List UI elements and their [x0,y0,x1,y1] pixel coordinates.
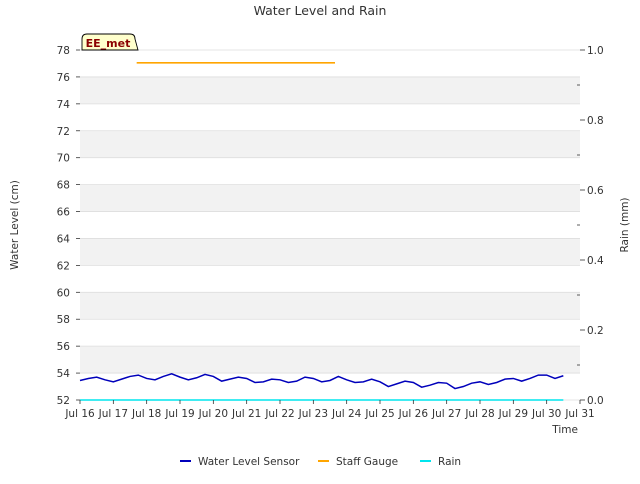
x-tick-label: Jul 23 [298,408,328,420]
y2-tick-label: 0.8 [587,115,604,127]
x-tick-label: Jul 24 [331,408,362,420]
grid-bands [80,49,580,401]
y2-tick-label: 0.4 [587,255,604,267]
y2-tick-label: 1.0 [587,45,604,57]
x-tick-label: Jul 20 [198,408,228,420]
grid-band [80,346,580,374]
y2-tick-label: 0.2 [587,325,604,337]
x-tick-label: Jul 27 [431,408,461,420]
x-tick-label: Jul 30 [531,408,561,420]
y-tick-label: 52 [57,395,70,407]
x-tick-label: Jul 26 [398,408,429,420]
x-tick-label: Jul 29 [498,408,528,420]
y-tick-label: 76 [57,72,71,84]
x-tick-label: Jul 25 [364,408,394,420]
grid-band [80,238,580,266]
grid-band [80,292,580,320]
grid-band [80,130,580,158]
y-tick-label: 78 [57,45,70,57]
y-axis-label: Water Level (cm) [9,180,21,270]
x-tick-label: Jul 16 [64,408,95,420]
grid-band [80,184,580,212]
y2-axis-label: Rain (mm) [619,197,631,252]
x-tick-label: Jul 17 [98,408,128,420]
x-axis-label: Time [551,424,578,436]
y2-tick-label: 0.0 [587,395,604,407]
x-tick-label: Jul 18 [131,408,161,420]
chart-container: 52 54 56 58 60 62 64 66 68 70 72 74 76 78 0.0 0.2 0.4 0.6… [0,0,640,480]
x-tick-label: Jul 21 [231,408,261,420]
y-tick-label: 64 [57,233,71,245]
legend-label: Water Level Sensor [198,456,300,468]
legend-label: Staff Gauge [336,456,398,468]
y-tick-label: 68 [57,180,70,192]
y-tick-label: 58 [57,314,70,326]
chart-title: Water Level and Rain [254,3,387,18]
y-tick-label: 62 [57,260,70,272]
y-tick-label: 60 [57,287,70,299]
x-tick-label: Jul 28 [464,408,494,420]
y-tick-label: 54 [57,368,71,380]
chart-svg: 52 54 56 58 60 62 64 66 68 70 72 74 76 78 0.0 0.2 0.4 0.6… [9,3,631,468]
x-tick-label: Jul 22 [264,408,294,420]
x-tick-label: Jul 19 [164,408,194,420]
y2-tick-label: 0.6 [587,185,604,197]
y-tick-label: 56 [57,341,71,353]
station-badge-label: EE_met [86,37,131,50]
legend-label: Rain [438,456,461,468]
y-tick-label: 70 [57,153,70,165]
y-tick-label: 72 [57,126,70,138]
grid-band [80,76,580,104]
x-tick-label: Jul 31 [564,408,594,420]
y-tick-label: 74 [57,99,71,111]
y-tick-label: 66 [57,207,71,219]
